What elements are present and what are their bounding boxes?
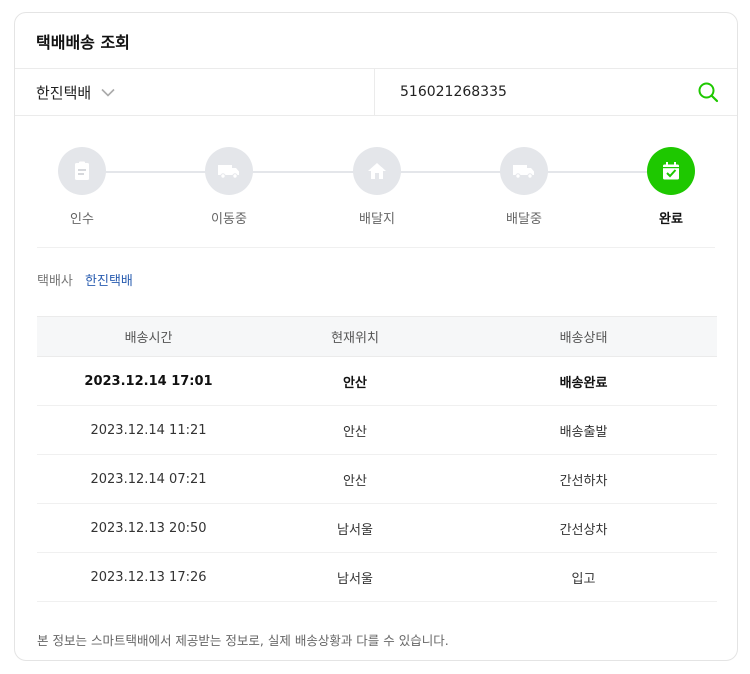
card-header: 택배배송 조회 <box>15 13 737 69</box>
table-header-row: 배송시간 현재위치 배송상태 <box>37 316 717 357</box>
step-completed: 완료 <box>626 147 716 227</box>
cell-location: 안산 <box>260 356 450 406</box>
truck-icon <box>205 147 253 195</box>
calendar-check-icon <box>647 147 695 195</box>
step-label: 완료 <box>659 212 683 227</box>
carrier-select[interactable]: 한진택배 <box>15 69 375 115</box>
cell-status: 배송완료 <box>450 356 717 406</box>
cell-status: 배송출발 <box>450 405 717 455</box>
step-destination: 배달지 <box>332 147 422 227</box>
cell-time: 2023.12.13 17:26 <box>37 552 260 602</box>
cell-location: 안산 <box>260 405 450 455</box>
cell-status: 입고 <box>450 552 717 602</box>
cell-location: 남서울 <box>260 552 450 602</box>
truck-icon <box>500 147 548 195</box>
chevron-down-icon <box>101 88 115 97</box>
cell-time: 2023.12.14 11:21 <box>37 405 260 455</box>
step-label: 배달지 <box>359 212 395 227</box>
cell-time: 2023.12.14 17:01 <box>37 356 260 406</box>
table-row: 2023.12.13 17:26 남서울 입고 <box>37 552 717 602</box>
carrier-select-value: 한진택배 <box>36 83 92 102</box>
carrier-info-label: 택배사 <box>37 274 73 289</box>
table-row: 2023.12.13 20:50 남서울 간선상차 <box>37 503 717 553</box>
search-icon[interactable] <box>697 81 719 103</box>
delivery-progress: 인수 이동중 배달지 배달중 완료 <box>37 116 715 248</box>
table-row: 2023.12.14 07:21 안산 간선하차 <box>37 454 717 504</box>
tracking-history-table: 배송시간 현재위치 배송상태 2023.12.14 17:01 안산 배송완료 … <box>37 316 717 602</box>
receipt-icon <box>58 147 106 195</box>
cell-status: 간선하차 <box>450 454 717 504</box>
search-row: 한진택배 <box>15 69 737 116</box>
table-row: 2023.12.14 11:21 안산 배송출발 <box>37 405 717 455</box>
step-label: 배달중 <box>506 212 542 227</box>
step-out-for-delivery: 배달중 <box>479 147 569 227</box>
disclaimer-notice: 본 정보는 스마트택배에서 제공받는 정보로, 실제 배송상황과 다를 수 있습… <box>37 633 449 648</box>
cell-location: 안산 <box>260 454 450 504</box>
cell-time: 2023.12.13 20:50 <box>37 503 260 553</box>
page-title: 택배배송 조회 <box>36 32 130 52</box>
house-icon <box>353 147 401 195</box>
column-header-status: 배송상태 <box>450 316 717 357</box>
step-in-transit: 이동중 <box>184 147 274 227</box>
column-header-location: 현재위치 <box>260 316 450 357</box>
delivery-tracking-card: 택배배송 조회 한진택배 인수 이동중 <box>14 12 738 661</box>
step-label: 인수 <box>70 212 94 227</box>
tracking-number-input[interactable] <box>400 84 697 100</box>
carrier-info-value: 한진택배 <box>85 274 133 289</box>
cell-time: 2023.12.14 07:21 <box>37 454 260 504</box>
carrier-info: 택배사 한진택배 <box>15 248 737 316</box>
cell-status: 간선상차 <box>450 503 717 553</box>
step-label: 이동중 <box>211 212 247 227</box>
tracking-field <box>375 69 737 115</box>
cell-location: 남서울 <box>260 503 450 553</box>
table-row: 2023.12.14 17:01 안산 배송완료 <box>37 356 717 406</box>
column-header-time: 배송시간 <box>37 316 260 357</box>
step-received: 인수 <box>37 147 127 227</box>
